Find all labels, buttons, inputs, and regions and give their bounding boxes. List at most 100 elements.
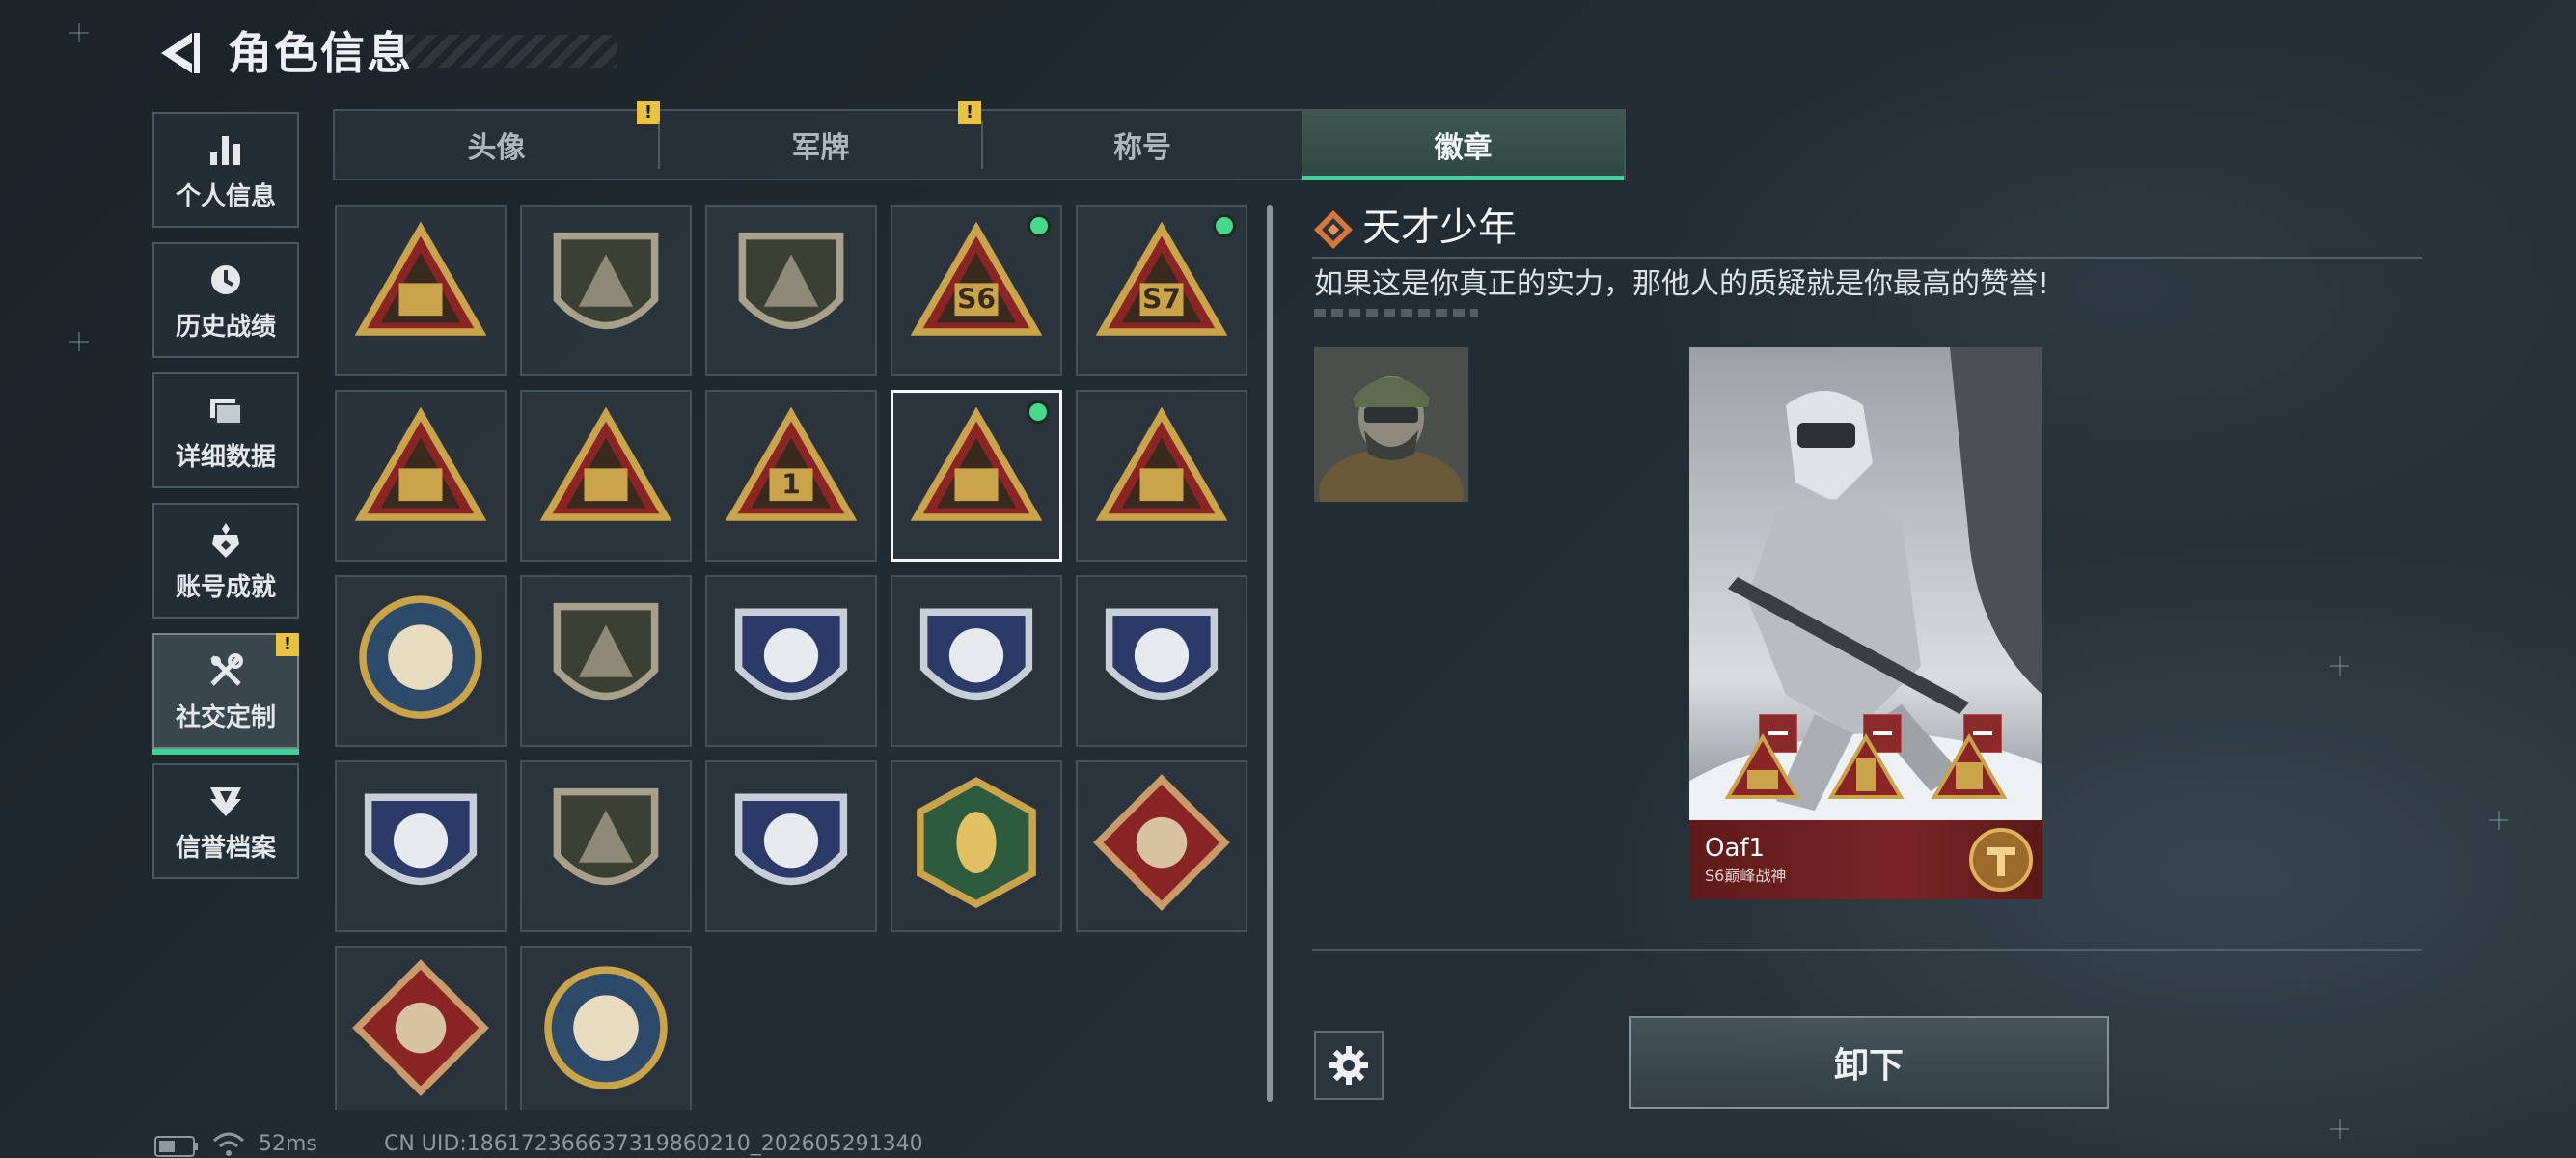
divider [1312, 257, 2422, 259]
badge-cell[interactable] [335, 946, 507, 1110]
dragon-diamond-badge-icon [1089, 772, 1234, 921]
sidebar-item-label: 历史战绩 [175, 312, 276, 342]
sidebar-item-label: 信誉档案 [175, 833, 276, 863]
unequip-button-label: 卸下 [1833, 1046, 1904, 1086]
player-avatar [1314, 347, 1468, 502]
badge-cell[interactable] [1076, 760, 1247, 932]
tab-label: 称号 [1113, 131, 1171, 165]
equipped-indicator [1028, 214, 1051, 237]
ping-readout: 52ms [259, 1132, 317, 1156]
description-stripe-decoration [1314, 309, 1478, 317]
badge-cell[interactable] [520, 760, 692, 932]
uid-readout: CN UID:18617236663731986021​0_2026052913… [384, 1132, 923, 1156]
badge-diamond-icon [1314, 210, 1353, 249]
badge-cell[interactable] [705, 205, 877, 376]
number-one-triangle-badge-icon: 1 [719, 401, 863, 550]
badge-cell[interactable] [891, 390, 1062, 562]
badge-cell[interactable] [891, 575, 1062, 747]
gear-icon [1329, 1046, 1368, 1085]
badge-grid: S6 S7 1 [333, 203, 1249, 1110]
equipped-indicator [1027, 400, 1050, 424]
folder-icon [205, 389, 247, 431]
title-stripe-decoration [405, 35, 617, 68]
sidebar-item-reputation[interactable]: 信誉档案 [152, 763, 299, 879]
badge-cell[interactable] [520, 390, 692, 562]
history-clock-icon [205, 259, 247, 301]
tab-label: 头像 [467, 131, 526, 165]
alert-badge: ! [637, 101, 660, 124]
card-nameplate: Oaf1 S6巅峰战神 [1689, 820, 2042, 899]
badge-cell[interactable] [335, 205, 507, 376]
divider [1312, 949, 2422, 951]
soldiers-triangle-badge-icon [1089, 401, 1234, 550]
tab-badges[interactable]: 徽章 [1302, 111, 1624, 180]
sidebar-item-social-custom[interactable]: 社交定制 ! [152, 633, 299, 755]
tower-triangle-badge-icon [904, 401, 1049, 550]
corner-cross-decoration [2330, 656, 2349, 676]
sidebar-item-label: 个人信息 [175, 181, 276, 211]
back-button[interactable] [150, 25, 206, 81]
tower-triangle-badge-icon [1827, 733, 1905, 799]
badge-cell[interactable] [705, 760, 877, 932]
badge-cell[interactable]: S7 [1076, 205, 1247, 376]
runner-diamond-badge-icon [348, 957, 493, 1106]
rifle-shield-badge-icon [534, 772, 678, 921]
badge-cell[interactable] [891, 760, 1062, 932]
tank-triangle-badge-icon [534, 401, 678, 550]
stars-crest-badge-icon [719, 587, 863, 735]
badge-cell[interactable]: S6 [891, 205, 1062, 376]
alert-badge: ! [958, 101, 981, 124]
sidebar-item-label: 账号成就 [175, 572, 276, 602]
badge-cell[interactable] [335, 575, 507, 747]
hornet-hexagon-badge-icon [904, 772, 1049, 921]
triangle-shield-badge-icon [348, 216, 493, 365]
sidebar-item-achievements[interactable]: 账号成就 [152, 503, 299, 619]
rank-emblem-icon [1969, 828, 2033, 892]
sniper-crest-badge-icon [348, 772, 493, 921]
star-circle-badge-icon [348, 587, 493, 735]
corner-cross-decoration [69, 332, 89, 351]
dagger-shield-badge-icon [719, 216, 863, 365]
badge-cell[interactable] [1076, 390, 1247, 562]
badge-grid-scrollbar[interactable] [1267, 205, 1273, 1102]
badge-cell[interactable]: 1 [705, 390, 877, 562]
diamond-crest-badge-icon [904, 587, 1049, 735]
equipped-indicator [1213, 214, 1236, 237]
tab-dog-tag[interactable]: 军牌 [660, 111, 981, 179]
badge-description: 如果这是你真正的实力，那他人的质疑就是你最高的赞誉! [1314, 267, 2050, 301]
badge-cell[interactable] [705, 575, 877, 747]
corner-cross-decoration [2489, 811, 2508, 830]
crosshair-crest-badge-icon [719, 772, 863, 921]
bird-triangle-badge-icon [348, 401, 493, 550]
tab-title[interactable]: 称号 [983, 111, 1302, 179]
alert-badge: ! [276, 633, 299, 656]
helicopter-shield-badge-icon [534, 216, 678, 365]
tab-bar: 头像 ! 军牌 ! 称号 徽章 [333, 101, 1626, 180]
badge-name: 天才少年 [1362, 206, 1517, 250]
sidebar-item-history[interactable]: 历史战绩 [152, 242, 299, 358]
tab-avatar[interactable]: 头像 [335, 111, 658, 179]
sidebar-item-detailed-data[interactable]: 详细数据 [152, 372, 299, 488]
player-rank-title: S6巅峰战神 [1705, 867, 1787, 885]
lynx-circle-badge-icon [534, 957, 678, 1106]
page-title: 角色信息 [228, 27, 413, 79]
s7-triangle-badge-icon [1931, 733, 2008, 799]
badge-cell[interactable] [520, 946, 692, 1110]
tab-label: 军牌 [791, 131, 850, 165]
badge-cell[interactable] [520, 575, 692, 747]
tab-label: 徽章 [1434, 131, 1493, 165]
unequip-button[interactable]: 卸下 [1629, 1016, 2109, 1109]
settings-button[interactable] [1314, 1031, 1384, 1100]
profile-card: Oaf1 S6巅峰战神 [1689, 347, 2042, 899]
sidebar-item-personal-info[interactable]: 个人信息 [152, 112, 299, 228]
badge-label: S7 [1142, 284, 1181, 316]
badge-cell[interactable] [335, 760, 507, 932]
badge-cell[interactable] [520, 205, 692, 376]
back-arrow-icon [161, 33, 200, 73]
bar-chart-icon [205, 128, 247, 171]
badge-cell[interactable] [335, 390, 507, 562]
battery-icon [154, 1136, 198, 1157]
achievement-icon [205, 519, 247, 562]
badge-label: S6 [957, 284, 996, 316]
badge-cell[interactable] [1076, 575, 1247, 747]
